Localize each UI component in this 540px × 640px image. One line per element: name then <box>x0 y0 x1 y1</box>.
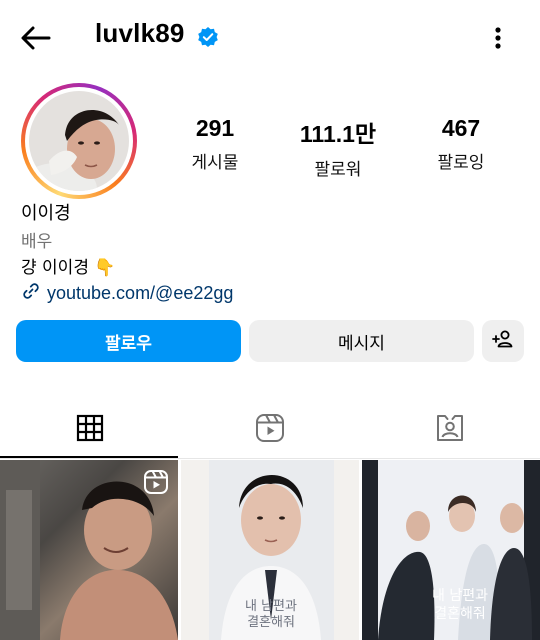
tab-tagged[interactable] <box>360 402 540 458</box>
post-image-2: 내 남편과 결혼해줘 <box>209 460 334 640</box>
tabs-divider <box>0 458 540 459</box>
reels-icon <box>143 469 169 495</box>
profile-link[interactable]: youtube.com/@ee22gg <box>21 281 233 306</box>
profile-username: luvlk89 <box>95 18 185 48</box>
tagged-icon <box>435 413 465 447</box>
post-thumbnail-2[interactable]: 내 남편과 결혼해줘 <box>181 460 359 640</box>
profile-avatar <box>29 91 129 191</box>
reels-icon <box>255 413 285 447</box>
stat-following-label: 팔로잉 <box>437 153 485 173</box>
more-vertical-icon[interactable] <box>484 22 512 54</box>
stat-followers-count: 111.1만 <box>299 121 377 147</box>
post-thumbnail-1[interactable] <box>0 460 178 640</box>
post-thumbnail-3[interactable]: 내 남편과 결혼해줘 <box>362 460 540 640</box>
stat-followers-label: 팔로워 <box>314 160 362 180</box>
profile-link-text: youtube.com/@ee22gg <box>47 283 234 303</box>
stat-posts[interactable]: 291 게시물 <box>160 115 270 173</box>
stat-following-count: 467 <box>441 115 481 141</box>
tab-posts[interactable] <box>0 402 180 458</box>
suggest-button[interactable] <box>482 320 524 362</box>
profile-name: 이이경 <box>21 203 71 224</box>
add-person-icon <box>491 327 515 356</box>
svg-text:결혼해줘: 결혼해줘 <box>247 615 295 630</box>
link-icon <box>21 281 41 306</box>
story-ring[interactable] <box>21 83 137 199</box>
message-button[interactable]: 메시지 <box>249 320 474 362</box>
profile-bio: 걍 이이경 👇 <box>21 258 116 278</box>
tab-reels[interactable] <box>180 402 360 458</box>
grid-icon <box>76 414 104 446</box>
svg-text:내 남편과: 내 남편과 <box>245 599 297 614</box>
svg-text:결혼해줘: 결혼해줘 <box>434 606 486 622</box>
post-image-3: 내 남편과 결혼해줘 <box>362 460 540 640</box>
profile-tabs <box>0 402 540 459</box>
top-bar: luvlk89 <box>0 0 540 74</box>
svg-text:내 남편과: 내 남편과 <box>432 588 488 604</box>
follow-button[interactable]: 팔로우 <box>16 320 241 362</box>
profile-category: 배우 <box>21 232 53 252</box>
stat-followers[interactable]: 111.1만 팔로워 <box>283 115 393 180</box>
stat-posts-label: 게시물 <box>191 153 239 173</box>
stat-following[interactable]: 467 팔로잉 <box>406 115 516 173</box>
stat-posts-count: 291 <box>195 115 235 141</box>
back-arrow-icon[interactable] <box>18 20 54 56</box>
verified-badge-icon <box>197 26 219 48</box>
